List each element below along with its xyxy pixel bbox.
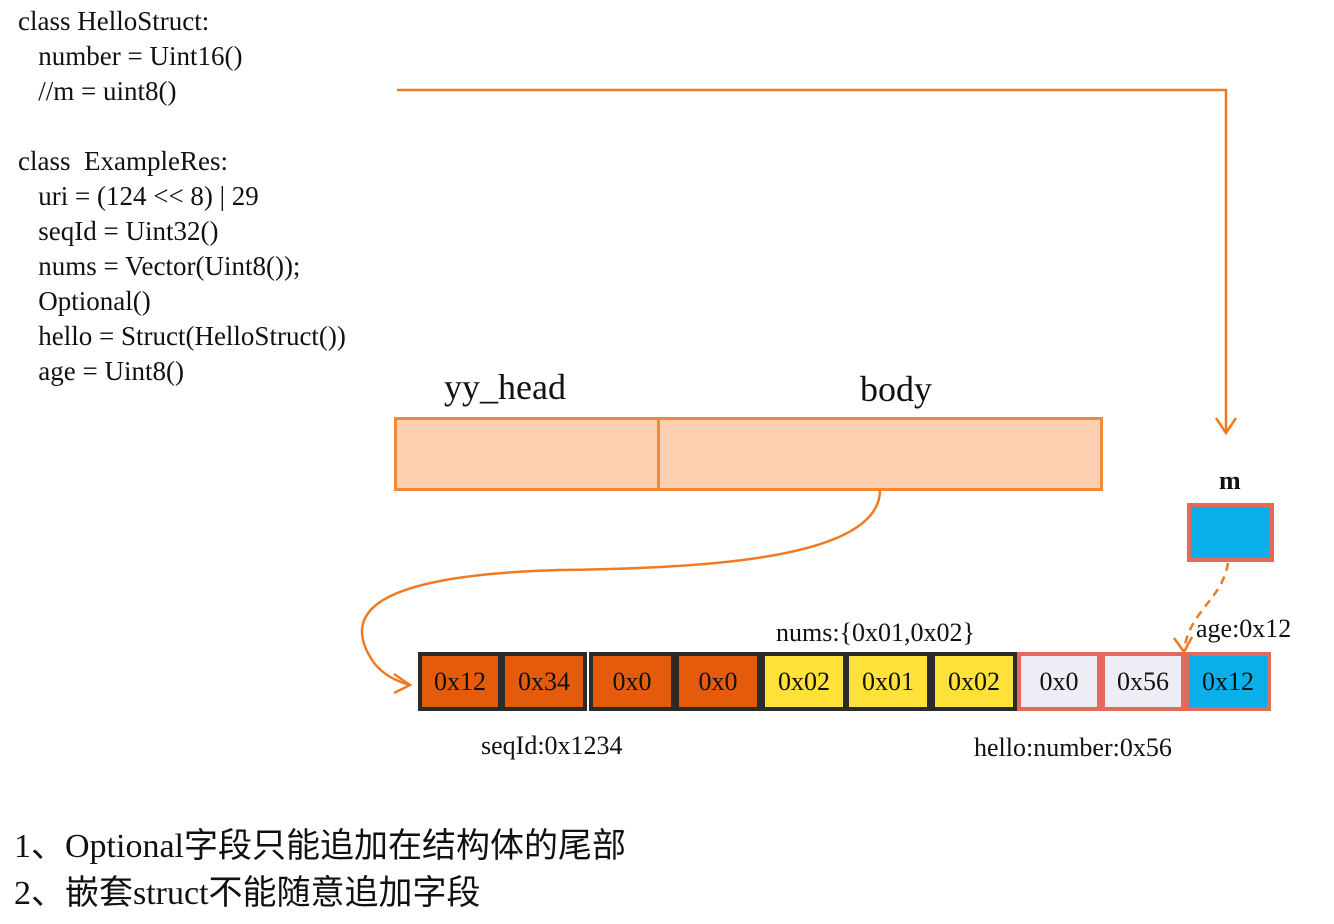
connector-layer — [360, 88, 1238, 695]
m-to-age-dashed-arrow — [1182, 562, 1230, 651]
dashed-arrowhead — [1172, 636, 1194, 655]
m-connector-arrow — [397, 88, 1228, 432]
body-to-bytes-arrow — [360, 489, 882, 687]
